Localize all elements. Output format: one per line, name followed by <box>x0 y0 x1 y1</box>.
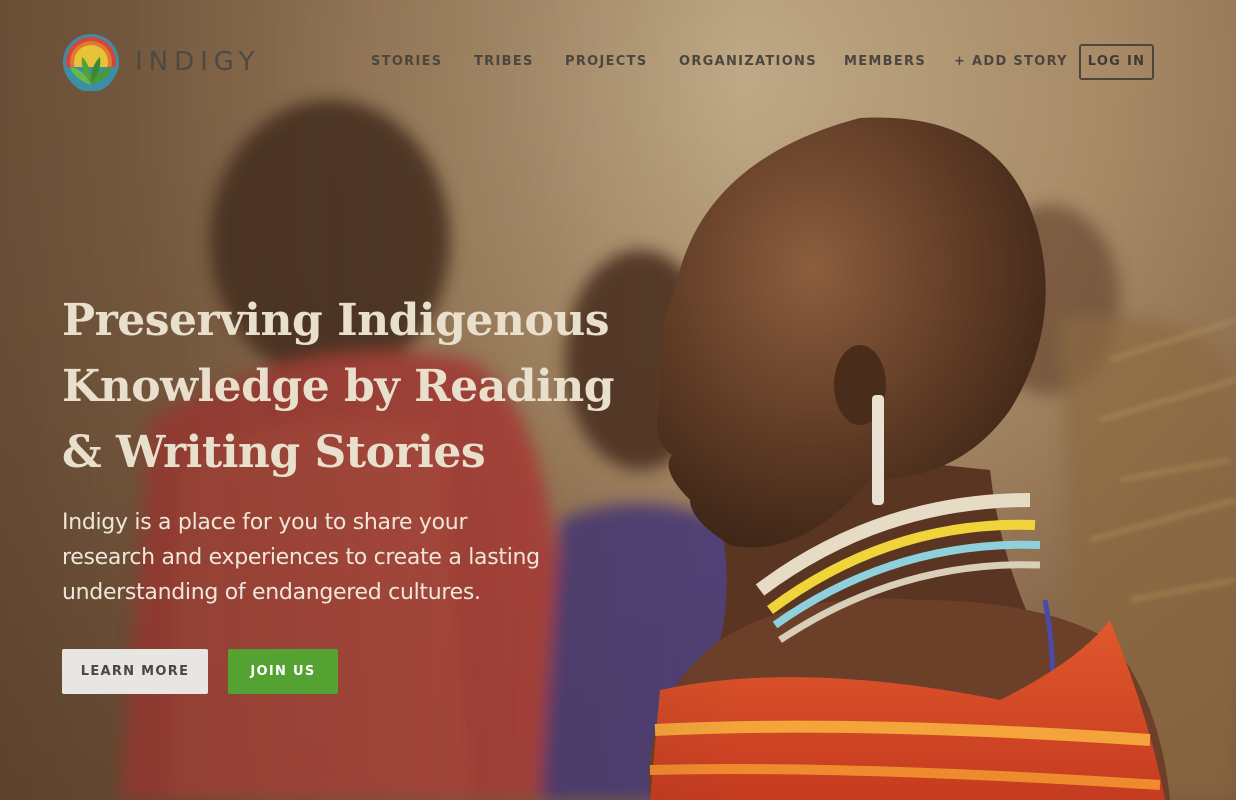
login-button[interactable]: LOG IN <box>1079 44 1154 80</box>
nav-item-members[interactable]: MEMBERS <box>844 44 926 80</box>
nav-item-organizations[interactable]: ORGANIZATIONS <box>679 44 817 80</box>
hero-headline: Preserving Indigenous Knowledge by Readi… <box>62 295 614 478</box>
hero-section: INDIGY STORIES TRIBES PROJECTS ORGANIZAT… <box>0 0 1236 800</box>
main-nav: STORIES TRIBES PROJECTS ORGANIZATIONS ME… <box>0 44 1236 80</box>
nav-item-stories[interactable]: STORIES <box>371 44 442 80</box>
hero-subtext: Indigy is a place for you to share your … <box>62 510 540 605</box>
nav-item-projects[interactable]: PROJECTS <box>565 44 647 80</box>
nav-item-tribes[interactable]: TRIBES <box>474 44 534 80</box>
site-header: INDIGY STORIES TRIBES PROJECTS ORGANIZAT… <box>0 0 1236 124</box>
join-us-button[interactable]: JOIN US <box>228 649 338 694</box>
learn-more-button[interactable]: LEARN MORE <box>62 649 208 694</box>
nav-item-add-story[interactable]: + ADD STORY <box>954 44 1068 80</box>
